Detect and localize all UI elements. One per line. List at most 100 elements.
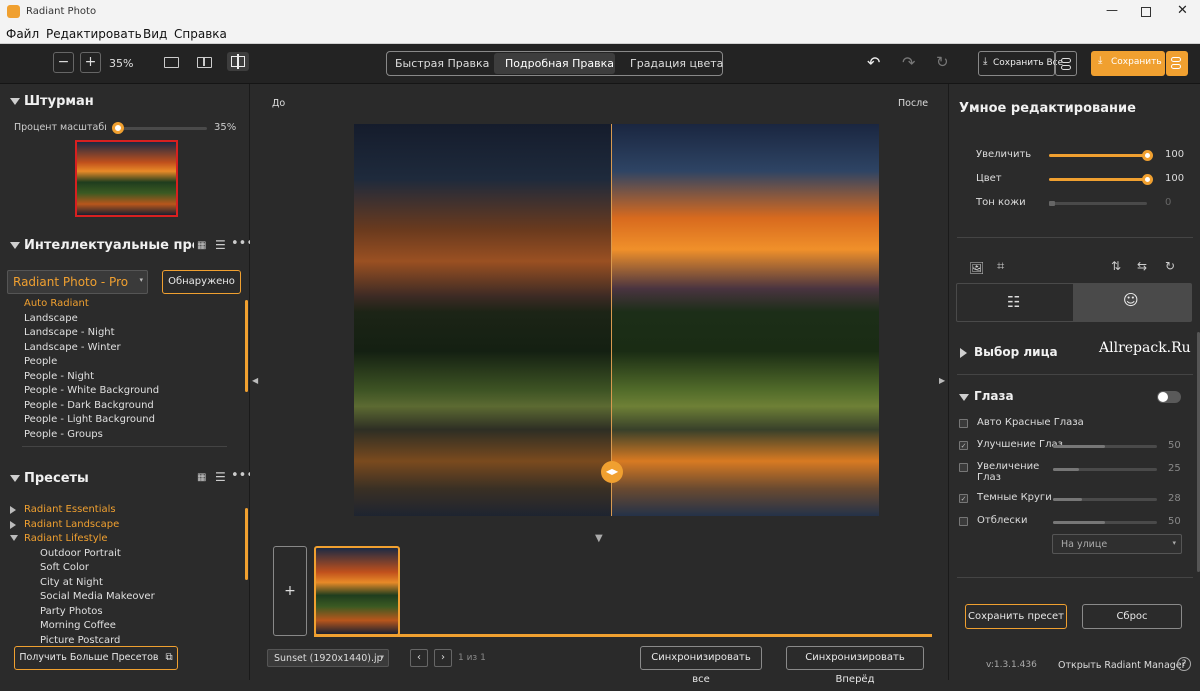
eyes-checkbox[interactable]: [959, 517, 968, 526]
rotate-icon[interactable]: ↻: [1165, 259, 1175, 273]
smart-preset-item[interactable]: Landscape - Night: [24, 327, 115, 338]
preset-item[interactable]: Picture Postcard: [40, 635, 120, 646]
smart-preset-item[interactable]: People - Light Background: [24, 414, 155, 425]
redo-icon[interactable]: ↷: [902, 53, 915, 72]
smart-slider-knob[interactable]: [1141, 174, 1153, 185]
tab-color-grading[interactable]: Градация цвета: [630, 57, 723, 70]
tab-detailed-edit[interactable]: Подробная Правка: [505, 57, 614, 70]
smart-preset-item[interactable]: Landscape - Winter: [24, 342, 121, 353]
preset-item[interactable]: Party Photos: [40, 606, 103, 617]
collapse-right-panel-icon[interactable]: ▶: [939, 376, 945, 385]
save-options-icon[interactable]: [1166, 51, 1188, 76]
eyes-slider[interactable]: [1053, 521, 1157, 524]
menu-edit[interactable]: Редактировать: [46, 27, 142, 41]
eyes-toggle[interactable]: [1157, 391, 1181, 403]
next-image-button[interactable]: ›: [434, 649, 452, 667]
presets-grid-view-icon[interactable]: ▦: [197, 472, 206, 483]
photo-after[interactable]: [612, 124, 879, 516]
undo-icon[interactable]: ↶: [867, 53, 880, 72]
group-expand-icon[interactable]: [10, 506, 16, 514]
side-by-side-view-icon[interactable]: [197, 57, 212, 68]
compare-divider[interactable]: [611, 124, 612, 516]
save-button[interactable]: ⤓ Сохранить: [1091, 51, 1165, 76]
filename-dropdown[interactable]: Sunset (1920x1440).jp ▾: [267, 649, 389, 667]
image-icon[interactable]: 🖼: [969, 261, 984, 275]
smart-preset-item[interactable]: People - Groups: [24, 429, 103, 440]
presets-list-view-icon[interactable]: ☰: [215, 470, 226, 484]
preset-item[interactable]: City at Night: [40, 577, 103, 588]
grid-view-icon[interactable]: ▦: [197, 240, 206, 251]
detect-button[interactable]: Обнаружено: [162, 270, 241, 294]
presets-collapse-icon[interactable]: [10, 475, 20, 482]
collapse-left-panel-icon[interactable]: ◀: [252, 376, 258, 385]
smart-presets-collapse-icon[interactable]: [10, 242, 20, 249]
crop-icon[interactable]: ⌗: [997, 259, 1004, 274]
smart-preset-item[interactable]: People - Dark Background: [24, 400, 154, 411]
eyes-slider[interactable]: [1053, 445, 1157, 448]
smart-preset-item[interactable]: People - Night: [24, 371, 94, 382]
zoom-out-button[interactable]: −: [53, 52, 74, 73]
refresh-icon[interactable]: ↻: [936, 53, 949, 71]
save-all-options-icon[interactable]: [1055, 51, 1077, 76]
navigator-thumbnail[interactable]: [75, 140, 178, 217]
eyes-checkbox[interactable]: ✓: [959, 441, 968, 450]
help-icon[interactable]: ?: [1177, 657, 1191, 671]
portrait-tab[interactable]: ☺: [1074, 283, 1192, 322]
tab-quick-edit[interactable]: Быстрая Правка: [395, 57, 489, 70]
photo-before[interactable]: [354, 124, 612, 516]
maximize-icon[interactable]: [1141, 7, 1151, 17]
flip-horizontal-icon[interactable]: ⇆: [1137, 259, 1147, 273]
menu-help[interactable]: Справка: [174, 27, 227, 41]
smart-preset-item[interactable]: People - White Background: [24, 385, 159, 396]
menu-view[interactable]: Вид: [143, 27, 167, 41]
preset-item[interactable]: Morning Coffee: [40, 620, 116, 631]
flip-vertical-icon[interactable]: ⇅: [1111, 259, 1121, 273]
face-select-expand-icon[interactable]: [960, 348, 967, 358]
preset-item[interactable]: Soft Color: [40, 562, 89, 573]
reset-button[interactable]: Сброс: [1082, 604, 1182, 629]
sync-all-button[interactable]: Синхронизировать все: [640, 646, 762, 685]
smart-preset-item[interactable]: People: [24, 356, 57, 367]
group-expand-icon[interactable]: [10, 520, 16, 529]
eyes-slider[interactable]: [1053, 468, 1157, 471]
eyes-checkbox[interactable]: ✓: [959, 494, 968, 503]
save-all-button[interactable]: ⤓ Сохранить Все: [978, 51, 1063, 76]
open-manager-link[interactable]: Открыть Radiant Manager: [1058, 660, 1186, 671]
smart-slider[interactable]: [1049, 174, 1153, 185]
preset-group[interactable]: Radiant Landscape: [24, 519, 119, 530]
sync-forward-button[interactable]: Синхронизировать Вперёд: [786, 646, 924, 685]
group-collapse-icon[interactable]: [10, 535, 18, 541]
adjustments-tab[interactable]: ☷: [956, 283, 1074, 322]
eyes-collapse-icon[interactable]: [959, 394, 969, 401]
get-more-presets-button[interactable]: Получить Больше Пресетов ⧉: [14, 646, 178, 670]
add-image-button[interactable]: +: [273, 546, 307, 636]
navigator-collapse-icon[interactable]: [10, 98, 20, 105]
minimize-icon[interactable]: —: [1106, 3, 1118, 17]
navigator-zoom-slider[interactable]: [112, 122, 207, 134]
single-view-icon[interactable]: [164, 57, 179, 68]
eyes-light-select[interactable]: На улице ▾: [1052, 534, 1182, 554]
smart-preset-item[interactable]: Landscape: [24, 313, 78, 324]
list-view-icon[interactable]: ☰: [215, 238, 226, 252]
eyes-checkbox[interactable]: [959, 419, 968, 428]
smart-slider[interactable]: [1049, 150, 1153, 161]
save-preset-button[interactable]: Сохранить пресет: [965, 604, 1067, 629]
smart-slider-knob[interactable]: [1049, 201, 1055, 206]
eyes-slider[interactable]: [1053, 498, 1157, 501]
navigator-zoom-knob[interactable]: [112, 122, 124, 134]
preset-group[interactable]: Radiant Essentials: [24, 504, 116, 515]
preset-item[interactable]: Social Media Makeover: [40, 591, 155, 602]
zoom-in-button[interactable]: +: [80, 52, 101, 73]
preset-group[interactable]: Radiant Lifestyle: [24, 533, 108, 544]
filmstrip-toggle-icon[interactable]: ▼: [595, 533, 603, 544]
compare-handle[interactable]: ◀▶: [601, 461, 623, 483]
preset-item[interactable]: Outdoor Portrait: [40, 548, 121, 559]
eyes-checkbox[interactable]: [959, 463, 968, 472]
smart-preset-dropdown[interactable]: Radiant Photo - Pro ▾: [7, 270, 148, 294]
smart-slider[interactable]: [1049, 201, 1147, 206]
smart-list-scrollbar[interactable]: [245, 300, 248, 392]
filmstrip-thumbnail[interactable]: [314, 546, 400, 636]
close-icon[interactable]: ✕: [1177, 3, 1188, 18]
smart-preset-item[interactable]: Auto Radiant: [24, 298, 89, 309]
prev-image-button[interactable]: ‹: [410, 649, 428, 667]
